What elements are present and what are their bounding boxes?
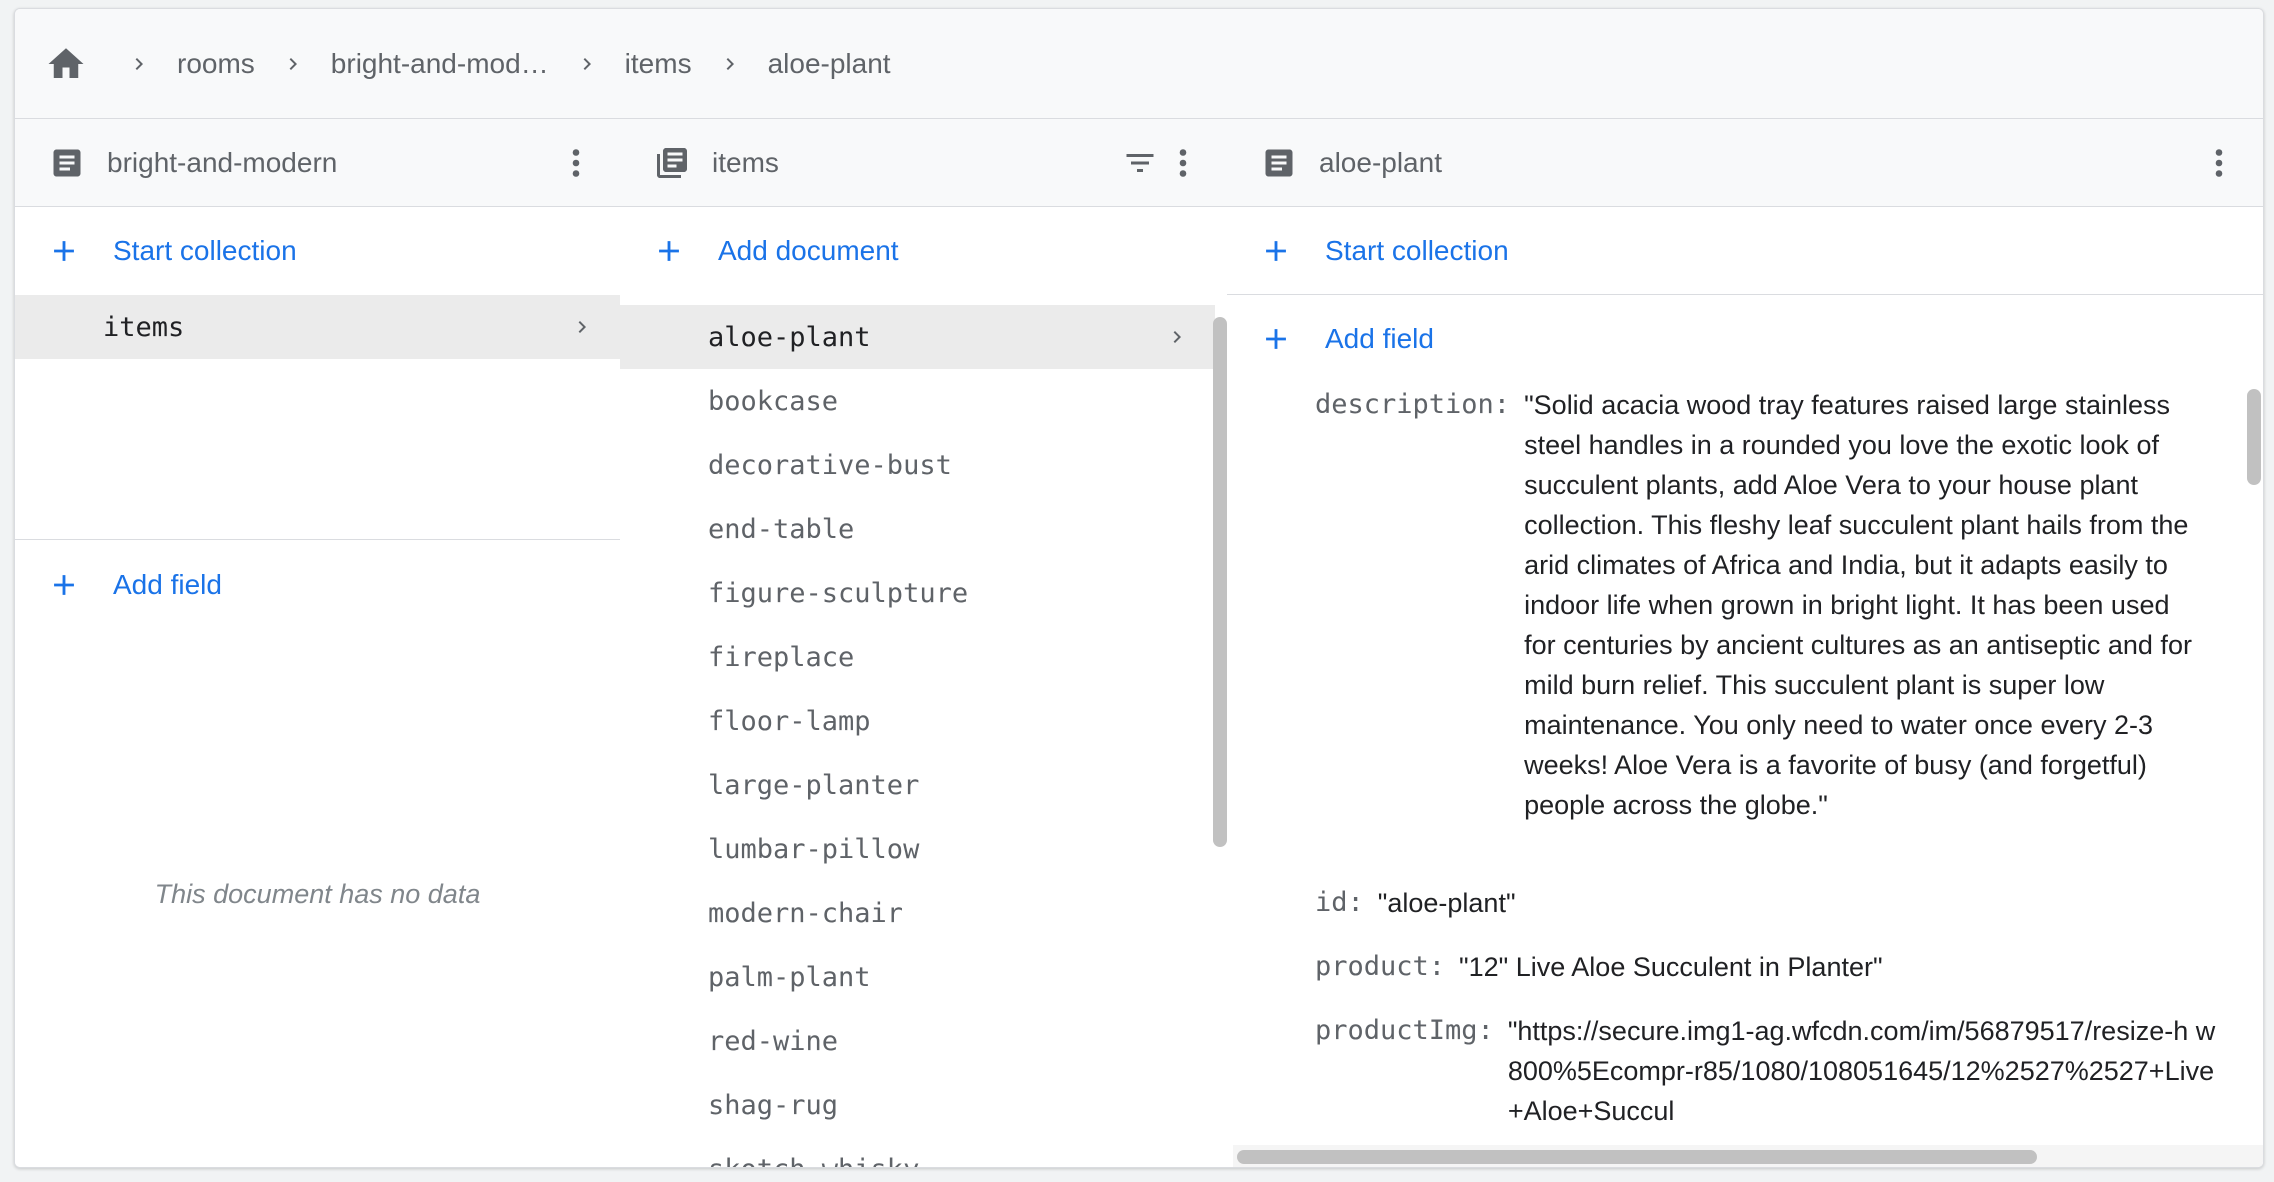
collection-icon: [657, 147, 687, 178]
field-key: product:: [1315, 951, 1446, 982]
collection-panel-title: items: [712, 146, 779, 178]
field-key: description:: [1315, 389, 1511, 420]
field-list-scrollbar[interactable]: [2247, 385, 2261, 1127]
field-row-product[interactable]: product: "12" Live Aloe Succulent in Pla…: [1315, 947, 1883, 987]
plus-icon: [659, 241, 679, 261]
field-value: "aloe-plant": [1377, 888, 1516, 918]
field-key: productImg:: [1315, 1015, 1494, 1046]
document-item-skotch-whisky[interactable]: skotch-whisky: [620, 1137, 1215, 1168]
document-item-label: aloe-plant: [708, 321, 871, 353]
document-item-label: bookcase: [708, 385, 839, 417]
field-row-description[interactable]: description: "Solid acacia wood tray fea…: [1315, 385, 2204, 825]
chevron-right-icon: [289, 57, 297, 70]
more-vert-icon[interactable]: [558, 145, 594, 181]
document-item-label: end-table: [708, 513, 855, 545]
document-panel-bright-and-modern: bright-and-modern Start collection items…: [15, 119, 621, 1167]
document-item-label: skotch-whisky: [708, 1154, 919, 1168]
document-item-label: shag-rug: [708, 1089, 839, 1121]
document-icon: [1265, 149, 1293, 176]
document-item-lumbar-pillow[interactable]: lumbar-pillow: [620, 817, 1215, 881]
firestore-data-viewer: rooms bright-and-mod… items aloe-plant b…: [14, 8, 2264, 1168]
document-item-label: large-planter: [708, 769, 920, 801]
collection-item-items[interactable]: items: [15, 295, 620, 359]
document-item-large-planter[interactable]: large-planter: [620, 753, 1215, 817]
document-list-scrollbar-thumb[interactable]: [1213, 317, 1227, 847]
collection-panel-items: items Add document aloe-plant bookcase d…: [620, 119, 1228, 1167]
more-vert-icon[interactable]: [1165, 145, 1201, 181]
document-item-label: fireplace: [708, 641, 855, 673]
document-panel-title: bright-and-modern: [107, 146, 338, 178]
plus-icon: [1266, 240, 1286, 261]
start-collection-button[interactable]: Start collection: [1227, 207, 2263, 295]
chevron-right-icon: [578, 321, 586, 333]
breadcrumb: rooms bright-and-mod… items aloe-plant: [15, 9, 2263, 119]
document-panel-header: bright-and-modern: [15, 119, 620, 207]
start-collection-label: Start collection: [1325, 234, 1509, 266]
document-item-decorative-bust[interactable]: decorative-bust: [620, 433, 1215, 497]
field-value: "12" Live Aloe Succulent in Planter": [1459, 952, 1883, 982]
fields-panel-header: aloe-plant: [1227, 119, 2263, 207]
breadcrumb-item-bright-and-modern[interactable]: bright-and-mod…: [331, 48, 549, 80]
filter-icon[interactable]: [1121, 145, 1159, 181]
document-item-label: palm-plant: [708, 961, 871, 993]
add-field-button[interactable]: Add field: [1227, 295, 2263, 383]
start-collection-button[interactable]: Start collection: [15, 207, 620, 295]
field-value: "https://secure.img1-ag.wfcdn.com/im/568…: [1507, 1016, 2216, 1126]
document-item-aloe-plant[interactable]: aloe-plant: [620, 305, 1215, 369]
empty-document-message: This document has no data: [154, 879, 481, 909]
start-collection-label: Start collection: [113, 235, 297, 266]
add-field-button[interactable]: Add field: [15, 541, 620, 629]
document-item-red-wine[interactable]: red-wine: [620, 1009, 1215, 1073]
collection-item-label: items: [103, 311, 185, 343]
add-field-label: Add field: [113, 569, 222, 600]
document-item-palm-plant[interactable]: palm-plant: [620, 945, 1215, 1009]
more-vert-icon[interactable]: [2201, 145, 2237, 181]
document-item-fireplace[interactable]: fireplace: [620, 625, 1215, 689]
collection-panel-header: items: [620, 119, 1227, 207]
document-item-label: decorative-bust: [708, 449, 952, 481]
chevron-right-icon: [135, 57, 143, 70]
add-field-label: Add field: [1325, 323, 1434, 354]
panel-divider: [15, 539, 620, 540]
breadcrumb-item-aloe-plant[interactable]: aloe-plant: [768, 48, 891, 80]
plus-icon: [54, 241, 74, 261]
document-item-floor-lamp[interactable]: floor-lamp: [620, 689, 1215, 753]
field-value: "Solid acacia wood tray features raised …: [1524, 390, 2192, 820]
field-row-productImg[interactable]: productImg: "https://secure.img1-ag.wfcd…: [1315, 1011, 2228, 1127]
add-document-button[interactable]: Add document: [620, 207, 1227, 295]
document-icon: [53, 149, 81, 176]
field-list-scrollbar-thumb[interactable]: [2247, 389, 2261, 485]
document-item-bookcase[interactable]: bookcase: [620, 369, 1215, 433]
fields-panel-title: aloe-plant: [1319, 146, 1442, 178]
document-list: aloe-plant bookcase decorative-bust end-…: [620, 305, 1215, 1167]
breadcrumb-item-items[interactable]: items: [625, 48, 692, 80]
plus-icon: [54, 575, 74, 595]
chevron-right-icon: [583, 57, 591, 70]
field-row-id[interactable]: id: "aloe-plant": [1315, 883, 1516, 923]
document-panel-aloe-plant: aloe-plant Start collection Add field de…: [1227, 119, 2263, 1167]
document-item-modern-chair[interactable]: modern-chair: [620, 881, 1215, 945]
plus-icon: [1266, 329, 1286, 349]
document-item-label: floor-lamp: [708, 705, 871, 737]
document-item-label: red-wine: [708, 1025, 839, 1057]
document-item-end-table[interactable]: end-table: [620, 497, 1215, 561]
document-list-scrollbar[interactable]: [1213, 305, 1227, 1167]
home-icon[interactable]: [45, 43, 87, 85]
chevron-right-icon: [1173, 331, 1181, 343]
breadcrumb-item-rooms[interactable]: rooms: [177, 48, 255, 80]
add-document-label: Add document: [718, 235, 899, 266]
horizontal-scrollbar-thumb[interactable]: [1237, 1150, 2037, 1164]
document-item-label: lumbar-pillow: [708, 833, 920, 865]
document-item-label: modern-chair: [708, 897, 904, 929]
field-list: description: "Solid acacia wood tray fea…: [1227, 385, 2247, 1127]
field-key: id:: [1315, 887, 1364, 918]
chevron-right-icon: [726, 57, 734, 70]
document-item-figure-sculpture[interactable]: figure-sculpture: [620, 561, 1215, 625]
document-item-shag-rug[interactable]: shag-rug: [620, 1073, 1215, 1137]
field-list-horizontal-scrollbar[interactable]: [1233, 1145, 2263, 1167]
document-item-label: figure-sculpture: [708, 577, 969, 609]
